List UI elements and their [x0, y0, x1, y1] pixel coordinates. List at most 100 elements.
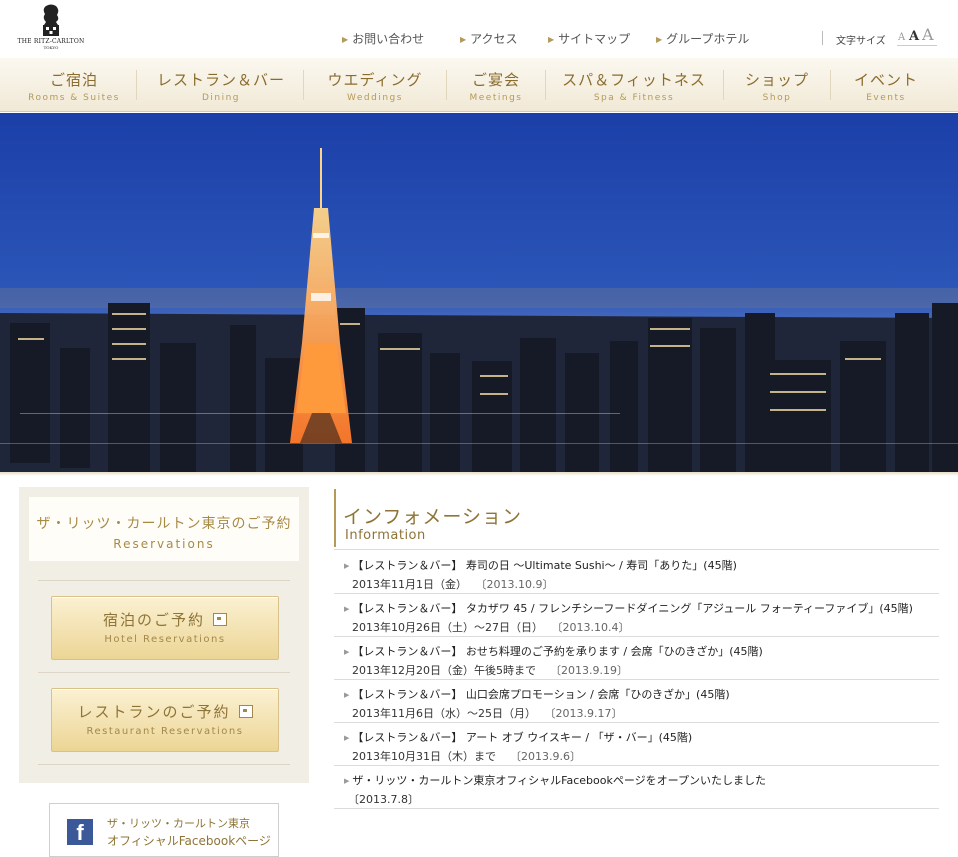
- hotel-reservation-button[interactable]: 宿泊のご予約 Hotel Reservations: [51, 596, 279, 660]
- hotel-reservation-sublabel: Hotel Reservations: [104, 634, 226, 645]
- nav-item-meetings[interactable]: ご宴会 Meetings: [447, 58, 545, 111]
- brand-city: TOKYO: [43, 45, 59, 50]
- ritz-carlton-logo[interactable]: THE RITZ-CARLTON TOKYO: [14, 3, 88, 55]
- utility-link-label: グループホテル: [666, 32, 750, 46]
- font-size-medium-button[interactable]: A: [909, 29, 919, 44]
- utility-link-contact[interactable]: ▶ お問い合わせ: [342, 30, 424, 46]
- arrow-right-icon: ▶: [656, 35, 663, 44]
- nav-item-rooms[interactable]: ご宿泊 Rooms & Suites: [8, 58, 140, 111]
- utility-link-label: お問い合わせ: [352, 32, 425, 46]
- nav-label-en: Events: [866, 93, 906, 103]
- nav-label-en: Spa & Fitness: [593, 93, 675, 103]
- font-size-small-button[interactable]: A: [898, 32, 905, 43]
- news-title: 【レストラン＆バー】 山口会席プロモーション / 会席「ひのきざか」(45階): [352, 688, 730, 701]
- nav-item-weddings[interactable]: ウエディング Weddings: [304, 58, 446, 111]
- facebook-banner-line2: オフィシャルFacebookページ: [107, 834, 271, 848]
- nav-item-events[interactable]: イベント Events: [831, 58, 941, 111]
- news-detail: 2013年11月6日（水）～25日（月）: [352, 707, 536, 720]
- arrow-right-icon: ▶: [548, 35, 555, 44]
- utility-link-sitemap[interactable]: ▶ サイトマップ: [548, 30, 630, 46]
- nav-item-spa[interactable]: スパ＆フィットネス Spa & Fitness: [546, 58, 722, 111]
- facebook-icon: f: [67, 819, 93, 845]
- news-title: 【レストラン＆バー】 タカザワ 45 / フレンチシーフードダイニング「アジュー…: [352, 602, 913, 615]
- lion-crest-icon: [43, 4, 59, 36]
- divider: [334, 808, 939, 809]
- news-date: 〔2013.10.9〕: [481, 578, 554, 591]
- nav-item-dining[interactable]: レストラン＆バー Dining: [140, 58, 302, 111]
- reservations-title-en: Reservations: [113, 537, 215, 551]
- arrow-right-icon: ▶: [344, 734, 350, 742]
- font-size-label: 文字サイズ: [836, 36, 886, 47]
- brand-wordmark: THE RITZ-CARLTON: [17, 38, 85, 45]
- tokyo-skyline-illustration: [0, 113, 958, 472]
- reservations-title-jp: ザ・リッツ・カールトン東京のご予約: [36, 516, 292, 532]
- arrow-right-icon: ▶: [460, 35, 467, 44]
- news-title: ザ・リッツ・カールトン東京オフィシャルFacebookページをオープンいたしまし…: [352, 774, 766, 787]
- nav-separator: [136, 70, 137, 100]
- divider: [334, 679, 939, 680]
- nav-label-jp: スパ＆フィットネス: [562, 71, 706, 89]
- restaurant-reservation-sublabel: Restaurant Reservations: [86, 726, 244, 737]
- news-item[interactable]: ▶ 【レストラン＆バー】 アート オブ ウイスキー / 「ザ・バー」(45階) 2…: [344, 729, 939, 764]
- restaurant-reservation-button[interactable]: レストランのご予約 Restaurant Reservations: [51, 688, 279, 752]
- information-accent-bar: [334, 489, 336, 547]
- divider: [334, 549, 939, 550]
- news-title: 【レストラン＆バー】 アート オブ ウイスキー / 「ザ・バー」(45階): [352, 731, 693, 744]
- news-item[interactable]: ▶ ザ・リッツ・カールトン東京オフィシャルFacebookページをオープンいたしま…: [344, 772, 939, 807]
- utility-link-access[interactable]: ▶ アクセス: [460, 30, 518, 46]
- arrow-right-icon: ▶: [342, 35, 349, 44]
- utility-link-group-hotels[interactable]: ▶ グループホテル: [656, 30, 749, 46]
- divider: [38, 764, 290, 765]
- new-window-icon: [213, 613, 227, 626]
- hero-shadow: [0, 472, 958, 476]
- restaurant-reservation-label: レストランのご予約: [77, 703, 231, 721]
- utility-link-label: アクセス: [470, 32, 518, 46]
- arrow-right-icon: ▶: [344, 777, 350, 785]
- nav-label-en: Weddings: [347, 93, 403, 103]
- news-date: 〔2013.9.6〕: [510, 750, 581, 763]
- news-title: 【レストラン＆バー】 おせち料理のご予約を承ります / 会席「ひのきざか」(45…: [352, 645, 763, 658]
- divider: [334, 636, 939, 637]
- divider: [38, 672, 290, 673]
- nav-label-en: Rooms & Suites: [28, 93, 120, 103]
- nav-label-jp: ご宿泊: [49, 71, 98, 89]
- hero-image: [0, 113, 958, 472]
- nav-label-jp: ウエディング: [327, 71, 423, 89]
- nav-label-jp: イベント: [853, 71, 918, 89]
- facebook-banner-line1: ザ・リッツ・カールトン東京: [107, 817, 250, 830]
- news-item[interactable]: ▶ 【レストラン＆バー】 山口会席プロモーション / 会席「ひのきざか」(45階)…: [344, 686, 939, 721]
- news-date: 〔2013.9.17〕: [550, 707, 623, 720]
- hotel-reservation-label: 宿泊のご予約: [102, 611, 205, 629]
- nav-label-en: Dining: [201, 93, 241, 103]
- news-title: 【レストラン＆バー】 寿司の日 ～Ultimate Sushi～ / 寿司「あり…: [352, 559, 737, 572]
- news-item[interactable]: ▶ 【レストラン＆バー】 おせち料理のご予約を承ります / 会席「ひのきざか」(4…: [344, 643, 939, 678]
- font-size-underline: [897, 45, 937, 46]
- news-detail: 2013年11月1日（金）: [352, 578, 467, 591]
- global-nav: ご宿泊 Rooms & Suites レストラン＆バー Dining ウエディング W…: [0, 58, 958, 112]
- utility-divider: [822, 31, 823, 45]
- news-item[interactable]: ▶ 【レストラン＆バー】 寿司の日 ～Ultimate Sushi～ / 寿司「あ…: [344, 557, 939, 592]
- arrow-right-icon: ▶: [344, 562, 350, 570]
- news-detail: 2013年10月31日（木）まで: [352, 750, 496, 763]
- utility-link-label: サイトマップ: [558, 32, 631, 46]
- nav-label-jp: ショップ: [744, 71, 809, 89]
- news-detail: 2013年10月26日（土）～27日（日）: [352, 621, 543, 634]
- news-date: 〔2013.7.8〕: [348, 793, 419, 806]
- divider: [334, 722, 939, 723]
- arrow-right-icon: ▶: [344, 648, 350, 656]
- divider: [334, 593, 939, 594]
- divider: [334, 765, 939, 766]
- new-window-icon: [238, 705, 253, 718]
- nav-item-shop[interactable]: ショップ Shop: [724, 58, 830, 111]
- nav-label-en: Shop: [762, 93, 792, 103]
- news-date: 〔2013.10.4〕: [557, 621, 630, 634]
- reservations-header: ザ・リッツ・カールトン東京のご予約 Reservations: [29, 497, 299, 561]
- nav-label-jp: レストラン＆バー: [156, 71, 285, 89]
- nav-label-jp: ご宴会: [471, 71, 520, 89]
- arrow-right-icon: ▶: [344, 691, 350, 699]
- news-item[interactable]: ▶ 【レストラン＆バー】 タカザワ 45 / フレンチシーフードダイニング「アジュ…: [344, 600, 939, 635]
- nav-label-en: Meetings: [469, 93, 523, 103]
- news-date: 〔2013.9.19〕: [550, 664, 628, 677]
- divider: [38, 580, 290, 581]
- font-size-large-button[interactable]: A: [922, 25, 934, 44]
